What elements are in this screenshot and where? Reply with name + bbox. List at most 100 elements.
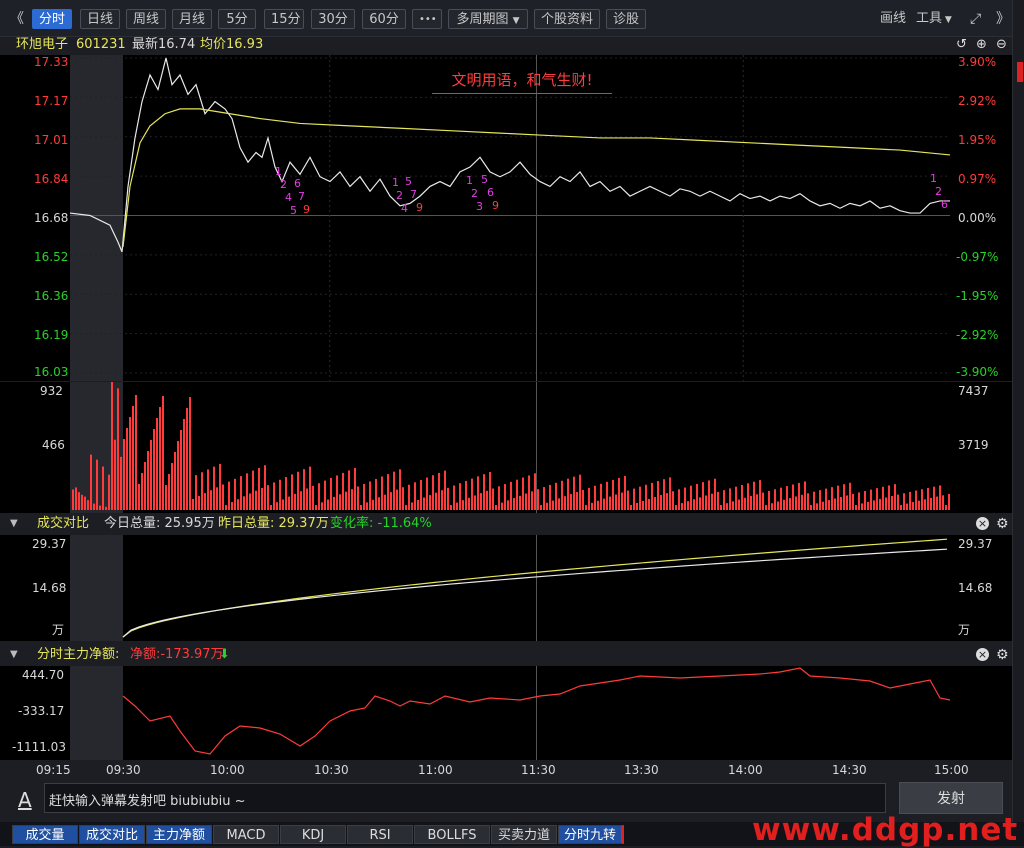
price-chart-svg: 1245679124579123569126: [69, 55, 951, 381]
volume-bar: [888, 485, 890, 510]
volume-bar: [471, 478, 473, 510]
tab-5min[interactable]: 5分: [218, 9, 256, 29]
volume-bar: [114, 439, 116, 510]
volume-bar: [591, 502, 593, 510]
collapse-left-icon[interactable]: 《: [10, 9, 24, 29]
tab-main-flow[interactable]: 主力净额: [146, 825, 212, 844]
tab-15min[interactable]: 15分: [264, 9, 304, 29]
time-tick: 10:30: [314, 763, 349, 777]
send-button[interactable]: 发射: [899, 782, 1003, 814]
tab-volume[interactable]: 成交量: [12, 825, 78, 844]
yesterday-volume: 昨日总量: 29.37万: [218, 516, 329, 531]
volume-bar: [189, 397, 191, 510]
volume-bar: [828, 500, 830, 510]
volume-bar: [741, 484, 743, 510]
pct-tick: 0.97%: [958, 172, 997, 186]
volume-bar: [831, 487, 833, 510]
collapse-arrow-icon[interactable]: ▼: [10, 645, 18, 665]
volume-bar: [690, 485, 692, 510]
volume-bar: [168, 474, 170, 510]
undo-icon[interactable]: ↺: [956, 36, 967, 54]
font-icon[interactable]: A: [18, 788, 32, 812]
volume-bar: [156, 418, 158, 510]
volume-bar: [372, 499, 374, 510]
tab-30min[interactable]: 30分: [311, 9, 355, 29]
tab-daily[interactable]: 日线: [80, 9, 120, 29]
volume-bar: [801, 494, 803, 510]
volume-bar: [270, 505, 272, 510]
price-tick: 16.52: [34, 250, 69, 264]
volume-bar: [891, 496, 893, 510]
volume-bar: [144, 462, 146, 510]
volume-bar: [375, 478, 377, 510]
fullscreen-icon[interactable]: ⤢: [970, 9, 981, 29]
volume-bar: [777, 501, 779, 510]
volume-bar: [138, 484, 140, 510]
volume-bar: [744, 497, 746, 510]
volume-bar: [621, 492, 623, 510]
volume-bar: [195, 475, 197, 510]
volume-bar: [255, 490, 257, 510]
volume-bar: [264, 465, 266, 510]
diagnose-button[interactable]: 诊股: [606, 9, 646, 29]
draw-line-button[interactable]: 画线: [880, 9, 906, 29]
danmaku-input[interactable]: 赶快输入弹幕发射吧 biubiubiu ~: [44, 783, 886, 813]
zoom-out-icon[interactable]: ⊖: [996, 36, 1007, 54]
tab-bollfs[interactable]: BOLLFS: [414, 825, 490, 844]
close-icon[interactable]: ×: [976, 517, 989, 530]
flow-title: 分时主力净额:: [37, 647, 120, 662]
gear-icon[interactable]: ⚙: [996, 645, 1009, 665]
volume-chart[interactable]: 932 466 7437 3719: [0, 382, 1012, 513]
volume-bar: [627, 490, 629, 510]
volume-bar: [501, 502, 503, 510]
time-tick: 14:30: [832, 763, 867, 777]
volume-bar: [465, 480, 467, 510]
stock-profile-button[interactable]: 个股资料: [534, 9, 600, 29]
volume-bar: [468, 497, 470, 510]
volume-bar: [180, 430, 182, 510]
close-icon[interactable]: ×: [976, 648, 989, 661]
volume-bar: [588, 487, 590, 510]
tab-buy-sell-power[interactable]: 买卖力道: [491, 825, 557, 844]
tab-nine-turn[interactable]: 分时九转: [558, 825, 624, 844]
volume-bar: [348, 470, 350, 510]
price-chart[interactable]: 1245679124579123569126 17.33 17.17 17.01…: [0, 55, 1012, 381]
zoom-in-icon[interactable]: ⊕: [976, 36, 987, 54]
tab-macd[interactable]: MACD: [213, 825, 279, 844]
stock-code: 601231: [76, 37, 126, 52]
tab-compare[interactable]: 成交对比: [79, 825, 145, 844]
volume-bar: [549, 484, 551, 510]
tab-kdj[interactable]: KDJ: [280, 825, 346, 844]
more-button[interactable]: •••: [412, 9, 442, 29]
tab-weekly[interactable]: 周线: [126, 9, 166, 29]
volume-bar: [240, 476, 242, 510]
time-tick: 15:00: [934, 763, 969, 777]
volume-bar: [876, 488, 878, 510]
compare-tick: 29.37: [32, 537, 67, 551]
compare-chart[interactable]: 29.37 14.68 万 29.37 14.68 万: [0, 535, 1012, 641]
volume-bar: [915, 490, 917, 510]
gear-icon[interactable]: ⚙: [996, 514, 1009, 534]
volume-bar: [498, 486, 500, 510]
tools-dropdown[interactable]: 工具 ▼: [916, 9, 952, 30]
tab-fenshi[interactable]: 分时: [32, 9, 72, 29]
volume-bar: [936, 496, 938, 510]
volume-bar: [738, 499, 740, 510]
stock-name: 环旭电子: [16, 37, 69, 52]
multi-period-dropdown[interactable]: 多周期图 ▼: [448, 9, 528, 29]
tab-60min[interactable]: 60分: [362, 9, 406, 29]
time-axis: 09:15 09:30 10:00 10:30 11:00 11:30 13:3…: [0, 760, 1012, 780]
volume-bar: [123, 439, 125, 510]
side-marker: [1017, 62, 1023, 82]
collapse-arrow-icon[interactable]: ▼: [10, 514, 18, 534]
volume-bar: [192, 499, 194, 510]
expand-right-icon[interactable]: 》: [996, 9, 1010, 29]
indicator-tabs: 成交量 成交对比 主力净额 MACD KDJ RSI BOLLFS 买卖力道 分…: [0, 812, 1024, 848]
tab-monthly[interactable]: 月线: [172, 9, 212, 29]
volume-bar: [903, 493, 905, 510]
flow-chart[interactable]: 444.70 -333.17 -1111.03: [0, 666, 1012, 760]
volume-bar: [219, 463, 221, 510]
tab-rsi[interactable]: RSI: [347, 825, 413, 844]
volume-bar: [336, 475, 338, 510]
volume-bar: [354, 467, 356, 510]
